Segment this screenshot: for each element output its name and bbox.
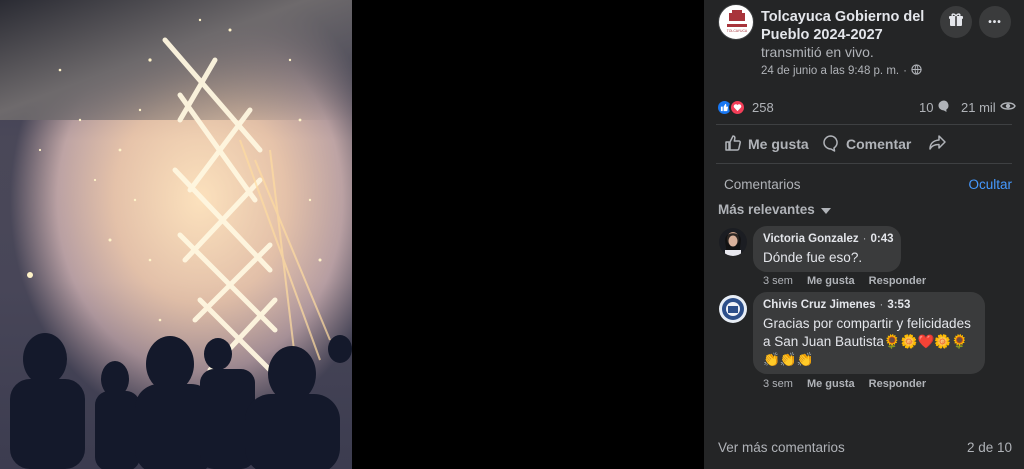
media-viewer	[0, 0, 704, 469]
gift-icon	[948, 12, 964, 33]
comment-author[interactable]: Victoria Gonzalez	[763, 233, 859, 245]
comment-timestamp[interactable]: 3:53	[887, 299, 910, 311]
views-count[interactable]: 21 mil	[961, 99, 1016, 116]
comment-icon	[822, 134, 840, 155]
love-icon	[729, 98, 746, 116]
actions-divider	[716, 163, 1012, 164]
comments-pager: 2 de 10	[966, 440, 1012, 455]
comment-age[interactable]: 3 sem	[763, 378, 793, 390]
live-video[interactable]	[0, 0, 352, 469]
gift-button[interactable]	[940, 6, 972, 38]
like-button[interactable]: Me gusta	[724, 134, 809, 154]
logo-text: TOLCAYUCA	[727, 29, 748, 33]
caret-down-icon	[820, 202, 831, 217]
stats-divider	[716, 124, 1012, 125]
comment-label: Comentar	[846, 136, 912, 152]
comment-age[interactable]: 3 sem	[763, 275, 793, 287]
share-button[interactable]	[928, 134, 947, 154]
commenter-avatar[interactable]	[719, 295, 747, 323]
comment-text: Gracias por compartir y felicidades a Sa…	[763, 316, 971, 367]
commenter-avatar[interactable]	[719, 228, 747, 256]
comments-label: Comentarios	[724, 177, 801, 192]
eye-icon	[999, 99, 1016, 116]
comment-actions: 3 sem Me gusta Responder	[763, 378, 926, 390]
comments-count[interactable]: 10	[919, 99, 951, 116]
comment-actions: 3 sem Me gusta Responder	[763, 275, 926, 287]
more-icon: •••	[988, 16, 1002, 28]
comment-bubble: Chivis Cruz Jimenes · 3:53 Gracias por com…	[753, 292, 985, 374]
comment-bubble: Victoria Gonzalez · 0:43 Dónde fue eso?.	[753, 226, 901, 272]
like-label: Me gusta	[748, 136, 809, 152]
comment-bubble-icon	[937, 99, 951, 116]
page-name-link[interactable]: Tolcayuca Gobierno del Pueblo 2024-2027	[761, 8, 931, 44]
post-activity: transmitió en vivo.	[761, 44, 874, 60]
reactions-count: 258	[752, 99, 774, 115]
sort-dropdown[interactable]: Más relevantes	[718, 202, 831, 217]
crowd-silhouettes	[10, 333, 352, 469]
post-meta: 24 de junio a las 9:48 p. m. ·	[761, 64, 922, 78]
comment-like-button[interactable]: Me gusta	[807, 275, 855, 287]
meta-separator: ·	[903, 65, 907, 77]
comment-text: Dónde fue eso?.	[763, 250, 863, 265]
more-options-button[interactable]: •••	[979, 6, 1011, 38]
thumbs-up-icon	[724, 134, 742, 155]
comment-reply-button[interactable]: Responder	[869, 378, 926, 390]
comments-header: Comentarios Ocultar	[704, 165, 1024, 199]
comment-reply-button[interactable]: Responder	[869, 275, 926, 287]
comment-button[interactable]: Comentar	[822, 134, 911, 154]
share-icon	[928, 134, 947, 155]
post-date-link[interactable]: 24 de junio a las 9:48 p. m.	[761, 65, 899, 77]
globe-icon	[911, 64, 922, 78]
view-more-comments-link[interactable]: Ver más comentarios	[718, 440, 845, 455]
comment-author[interactable]: Chivis Cruz Jimenes	[763, 299, 875, 311]
page-avatar[interactable]: TOLCAYUCA	[718, 4, 754, 40]
hide-comments-link[interactable]: Ocultar	[968, 177, 1012, 192]
sort-label: Más relevantes	[718, 202, 815, 217]
reactions-summary[interactable]: 258	[716, 98, 774, 116]
comment-timestamp[interactable]: 0:43	[871, 233, 894, 245]
views-count-value: 21 mil	[961, 100, 996, 115]
comment-like-button[interactable]: Me gusta	[807, 378, 855, 390]
comments-count-value: 10	[919, 100, 934, 115]
